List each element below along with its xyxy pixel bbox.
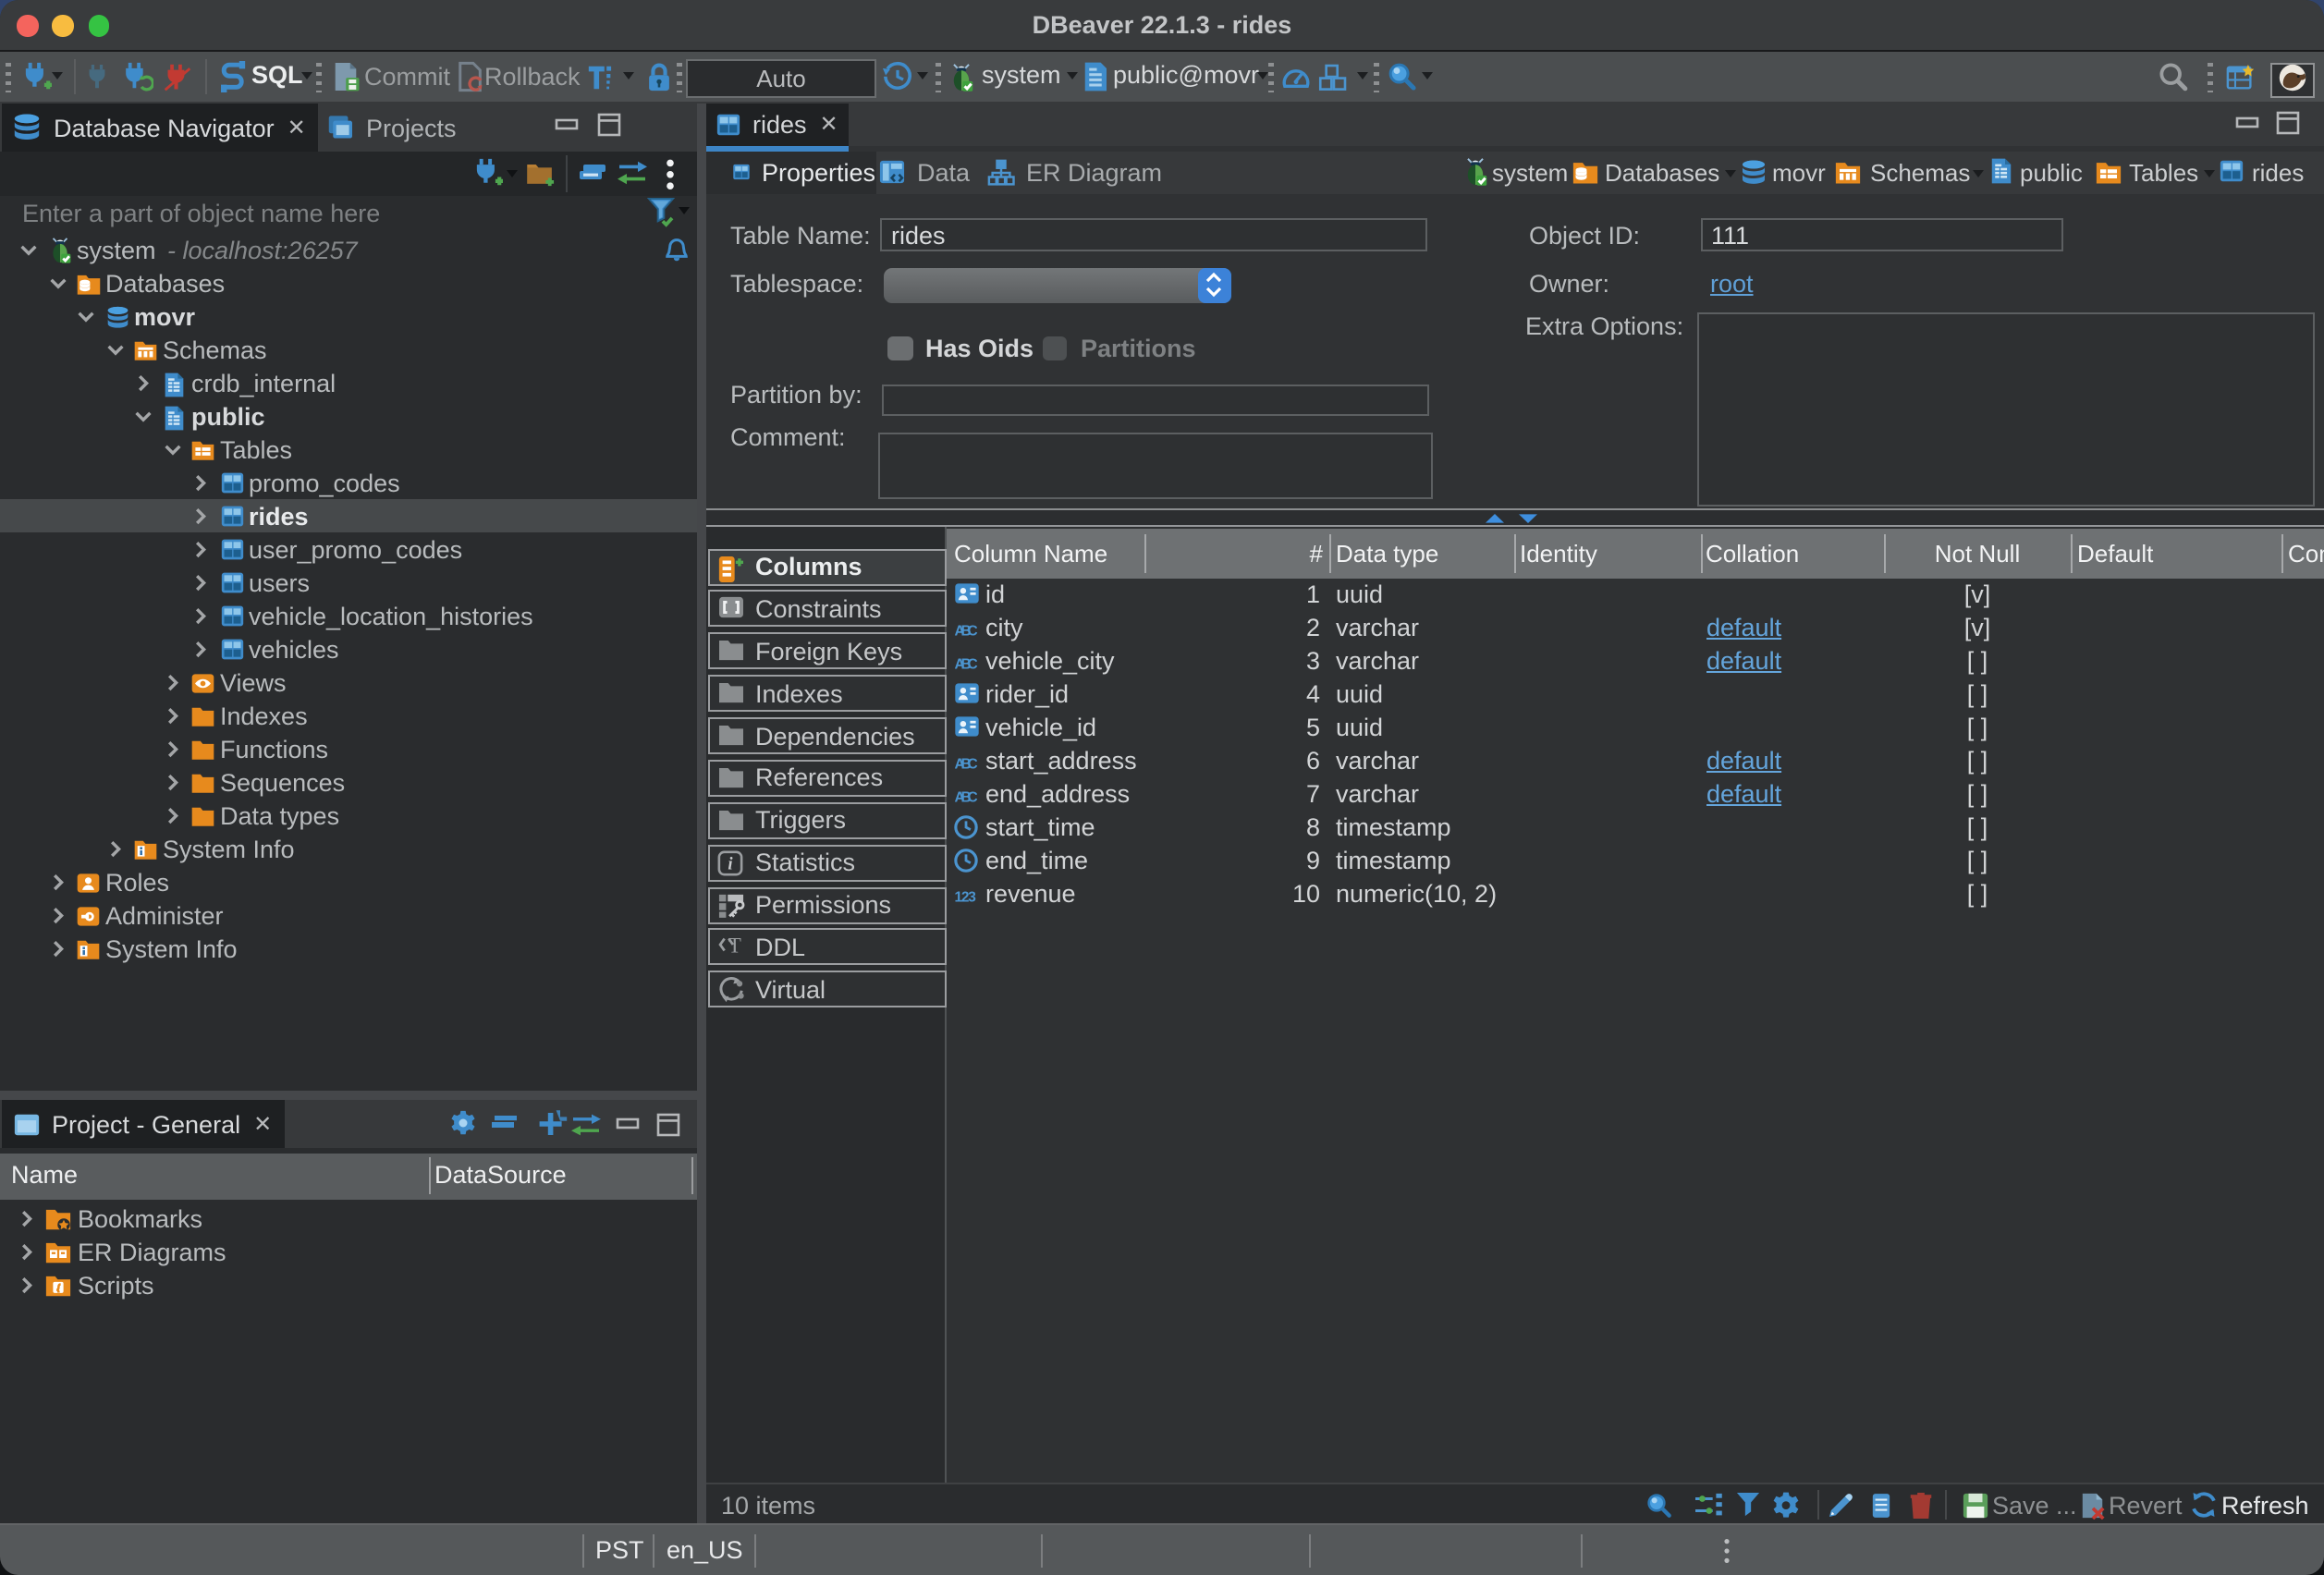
svg-text:ABC: ABC <box>955 789 978 804</box>
svg-text:ABC: ABC <box>955 756 978 771</box>
svg-text:ABC: ABC <box>955 656 978 671</box>
svg-text:i: i <box>727 854 732 873</box>
svg-text:123: 123 <box>955 889 977 904</box>
svg-text:ABC: ABC <box>955 623 978 638</box>
svg-text:T: T <box>728 934 740 957</box>
